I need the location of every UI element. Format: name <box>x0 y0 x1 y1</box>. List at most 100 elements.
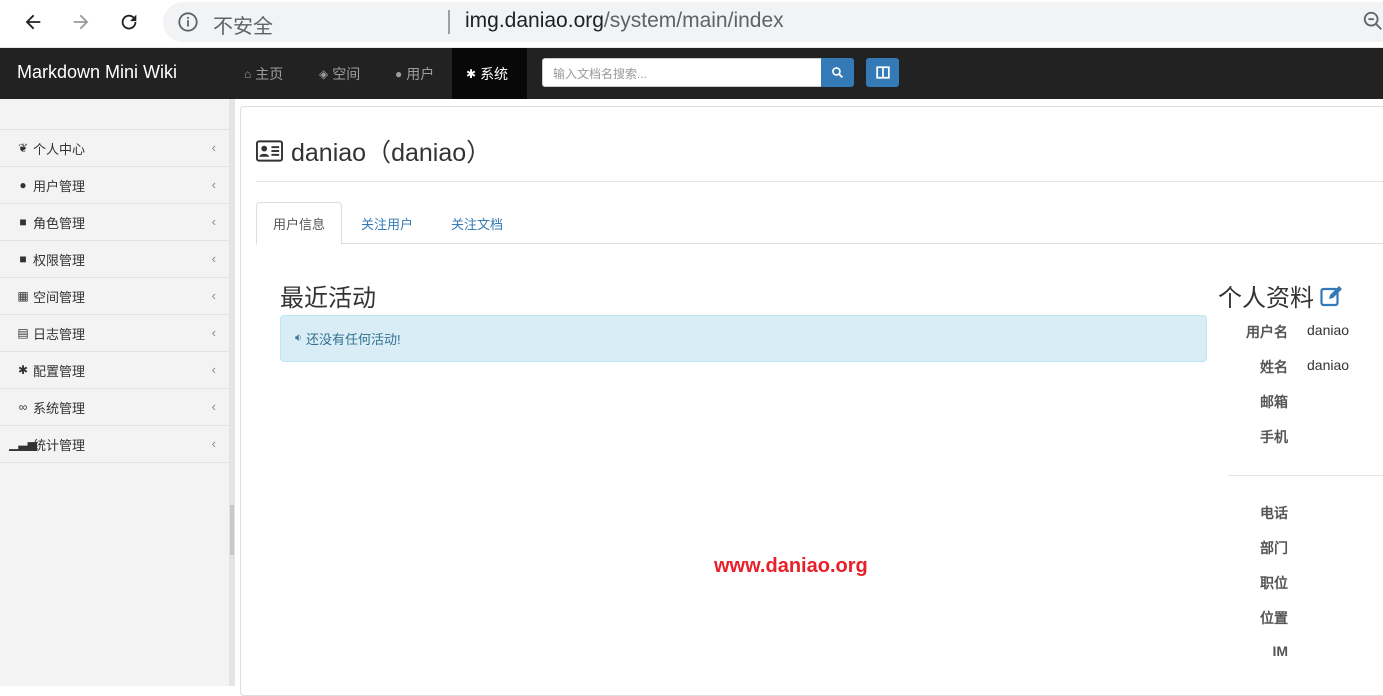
user-icon: ● <box>395 66 403 81</box>
id-card-icon <box>256 140 283 162</box>
activity-heading: 最近活动 <box>280 285 376 312</box>
user-icon: ● <box>19 178 27 192</box>
profile-label-email: 邮箱 <box>1260 394 1288 410</box>
nav-item-label: 主页 <box>255 65 284 82</box>
profile-label-im: IM <box>1272 643 1288 659</box>
tab-followed-docs[interactable]: 关注文档 <box>435 202 519 244</box>
back-button[interactable] <box>16 7 50 37</box>
profile-heading-text: 个人资料 <box>1218 285 1314 312</box>
profile-label-position: 职位 <box>1260 575 1288 591</box>
reload-icon <box>121 14 137 30</box>
cube-icon: ◈ <box>319 66 329 81</box>
edit-icon[interactable] <box>1320 285 1344 307</box>
gear-icon: ✱ <box>17 363 29 377</box>
url-host: img.daniao.org <box>465 9 604 32</box>
profile-tabs: 用户信息 关注用户 关注文档 <box>256 202 1383 245</box>
arrow-left-icon <box>25 14 41 30</box>
chevron-left-icon: ‹ <box>211 177 216 192</box>
profile-heading: 个人资料 <box>1218 278 1344 313</box>
content-panel <box>240 106 1383 696</box>
chevron-left-icon: ‹ <box>211 362 216 377</box>
sidebar-item-label: 统计管理 <box>33 437 86 453</box>
page-title: daniao（daniao） <box>256 133 491 169</box>
volume-icon: 🔉︎ <box>295 332 302 344</box>
signal-icon: ▁▃▅ <box>9 437 37 451</box>
zoom-icon[interactable] <box>1362 10 1383 32</box>
nav-item-system[interactable]: ✱ 系统 <box>452 48 527 99</box>
url-text[interactable]: img.daniao.org/system/main/index <box>465 9 784 33</box>
list-icon: ▤ <box>17 326 29 340</box>
sidebar-item-label: 空间管理 <box>33 289 86 305</box>
chevron-left-icon: ‹ <box>211 325 216 340</box>
nav-item-home[interactable]: ⌂ 主页 <box>230 48 297 99</box>
nav-item-label: 系统 <box>480 65 509 82</box>
search-button[interactable] <box>821 58 854 87</box>
search-input[interactable]: 输入文档名搜索... <box>542 58 822 87</box>
sidebar-item-config-management[interactable]: ✱ 配置管理 ‹ <box>0 352 229 389</box>
sidebar-item-label: 角色管理 <box>33 215 86 231</box>
sidebar-item-label: 用户管理 <box>33 178 86 194</box>
chevron-left-icon: ‹ <box>211 399 216 414</box>
leaf-icon: ❦ <box>17 141 29 155</box>
profile-label-department: 部门 <box>1260 540 1288 556</box>
sidebar-item-personal-center[interactable]: ❦ 个人中心 ‹ <box>0 130 229 167</box>
sidebar: ❦ 个人中心 ‹ ● 用户管理 ‹ ■ 角色管理 ‹ ■ 权限管理 ‹ ▦ 空间管理 ‹ ▤ 日志管理… <box>0 99 229 686</box>
divider <box>1228 475 1383 476</box>
url-path: /system/main/index <box>603 9 784 32</box>
forward-button[interactable] <box>64 7 98 37</box>
sidebar-item-label: 权限管理 <box>33 252 86 268</box>
sidebar-item-label: 系统管理 <box>33 400 86 416</box>
profile-label-name: 姓名 <box>1260 359 1288 375</box>
chevron-left-icon: ‹ <box>211 436 216 451</box>
sidebar-item-system-management[interactable]: ∞ 系统管理 ‹ <box>0 389 229 426</box>
sidebar-item-role-management[interactable]: ■ 角色管理 ‹ <box>0 204 229 241</box>
sidebar-item-user-management[interactable]: ● 用户管理 ‹ <box>0 167 229 204</box>
tab-followed-users[interactable]: 关注用户 <box>345 202 429 244</box>
nav-item-label: 用户 <box>406 65 435 82</box>
address-separator <box>448 10 450 34</box>
profile-value-name: daniao <box>1307 357 1350 373</box>
gear-icon: ✱ <box>466 66 477 81</box>
sidebar-menu: ❦ 个人中心 ‹ ● 用户管理 ‹ ■ 角色管理 ‹ ■ 权限管理 ‹ ▦ 空间管理 ‹ ▤ 日志管理… <box>0 129 229 463</box>
insecure-label: 不安全 <box>213 16 273 38</box>
sidebar-item-label: 日志管理 <box>33 326 86 342</box>
browser-toolbar: 不安全 img.daniao.org/system/main/index <box>0 0 1383 48</box>
chevron-left-icon: ‹ <box>211 251 216 266</box>
profile-label-username: 用户名 <box>1246 324 1288 340</box>
info-icon[interactable] <box>177 11 199 33</box>
divider <box>256 181 1383 182</box>
nav-item-user[interactable]: ● 用户 <box>381 48 448 99</box>
users-icon: ■ <box>19 215 27 229</box>
chevron-left-icon: ‹ <box>211 140 216 155</box>
sidebar-item-label: 配置管理 <box>33 363 86 379</box>
columns-icon <box>875 66 890 79</box>
chevron-left-icon: ‹ <box>211 288 216 303</box>
watermark-text: www.daniao.org <box>714 555 868 577</box>
search-icon <box>832 67 844 79</box>
arrow-right-icon <box>73 14 89 30</box>
activity-empty-alert: 🔉︎ 还没有任何活动! <box>280 315 1207 362</box>
tab-user-info[interactable]: 用户信息 <box>256 202 343 245</box>
profile-label-location: 位置 <box>1260 610 1288 626</box>
nav-item-label: 空间 <box>332 65 361 82</box>
sidebar-item-stats-management[interactable]: ▁▃▅ 统计管理 ‹ <box>0 426 229 463</box>
sidebar-item-label: 个人中心 <box>33 141 86 157</box>
sidebar-item-space-management[interactable]: ▦ 空间管理 ‹ <box>0 278 229 315</box>
chevron-left-icon: ‹ <box>211 214 216 229</box>
link-icon: ∞ <box>18 400 28 414</box>
nav-item-space[interactable]: ◈ 空间 <box>305 48 374 99</box>
sidebar-item-log-management[interactable]: ▤ 日志管理 ‹ <box>0 315 229 352</box>
profile-label-mobile: 手机 <box>1260 429 1288 445</box>
page-title-text: daniao（daniao） <box>291 139 492 167</box>
toggle-layout-button[interactable] <box>866 58 899 87</box>
profile-label-phone: 电话 <box>1260 505 1288 521</box>
splitter-handle[interactable] <box>230 505 234 555</box>
home-icon: ⌂ <box>244 66 252 81</box>
address-bar[interactable]: 不安全 img.daniao.org/system/main/index <box>163 2 1383 42</box>
grid-icon: ▦ <box>17 289 29 303</box>
brand-title[interactable]: Markdown Mini Wiki <box>17 62 177 83</box>
reload-button[interactable] <box>112 7 146 37</box>
profile-value-username: daniao <box>1307 322 1350 338</box>
sidebar-splitter[interactable] <box>229 99 235 686</box>
sidebar-item-permission-management[interactable]: ■ 权限管理 ‹ <box>0 241 229 278</box>
